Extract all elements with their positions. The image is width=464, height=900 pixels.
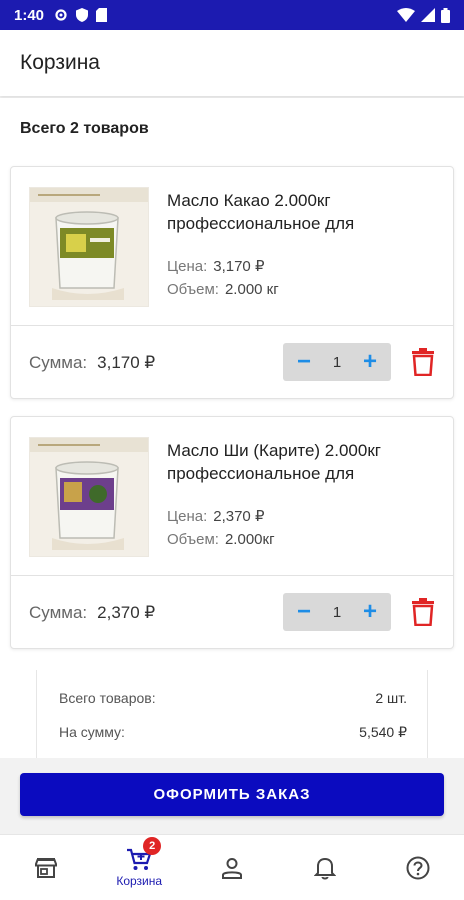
store-icon — [35, 857, 58, 878]
wifi-icon — [397, 8, 415, 22]
nav-item-cart[interactable]: 2 Корзина — [93, 835, 186, 900]
decrease-quantity-button[interactable]: − — [291, 598, 317, 625]
status-time: 1:40 — [14, 6, 45, 24]
summary-items-row: Всего товаров: 2 шт. — [59, 690, 407, 706]
product-price-line: Цена: 3,170 ₽ — [167, 257, 264, 275]
card-divider — [11, 575, 453, 576]
quantity-value: 1 — [332, 603, 342, 621]
price-label: Цена: — [167, 508, 208, 525]
sum-value: 3,170 ₽ — [97, 353, 156, 372]
price-value: 2,370 ₽ — [213, 508, 265, 525]
product-image[interactable] — [29, 187, 149, 307]
cart-content[interactable]: Всего 2 товаров Масло Какао 2.000кг проф… — [0, 98, 464, 758]
summary-sum-row: На сумму: 5,540 ₽ — [59, 724, 407, 741]
product-name[interactable]: Масло Ши (Карите) 2.000кг профессиональн… — [167, 439, 437, 485]
volume-label: Объем: — [167, 281, 219, 298]
increase-quantity-button[interactable]: + — [357, 348, 383, 375]
item-sum: Сумма: 3,170 ₽ — [29, 353, 155, 373]
sd-card-icon — [96, 8, 108, 22]
price-label: Цена: — [167, 258, 208, 275]
sum-value: 2,370 ₽ — [97, 603, 156, 622]
product-price-line: Цена: 2,370 ₽ — [167, 507, 264, 525]
help-icon — [406, 856, 430, 879]
product-volume-line: Объем: 2.000кг — [167, 531, 275, 548]
summary-items-value: 2 шт. — [375, 690, 407, 706]
quantity-stepper: − 1 + — [283, 343, 391, 381]
nav-label-cart: Корзина — [116, 873, 163, 888]
volume-value: 2.000кг — [224, 531, 275, 548]
signal-icon — [421, 8, 435, 22]
product-name[interactable]: Масло Какао 2.000кг профессиональное для — [167, 189, 437, 235]
person-icon — [221, 857, 242, 879]
summary-items-label: Всего товаров: — [59, 690, 156, 706]
battery-icon — [441, 7, 450, 23]
item-sum: Сумма: 2,370 ₽ — [29, 603, 155, 623]
sum-label: Сумма: — [29, 603, 88, 622]
shield-icon — [76, 8, 89, 22]
summary-sum-value: 5,540 ₽ — [359, 724, 407, 740]
quantity-value: 1 — [332, 353, 342, 371]
order-summary: Всего товаров: 2 шт. На сумму: 5,540 ₽ — [36, 670, 428, 758]
decrease-quantity-button[interactable]: − — [291, 348, 317, 375]
delete-trash-icon[interactable] — [411, 598, 435, 626]
cart-total-count: Всего 2 товаров — [20, 120, 149, 137]
bell-icon — [313, 857, 336, 879]
summary-sum-label: На сумму: — [59, 724, 125, 740]
delete-trash-icon[interactable] — [411, 348, 435, 376]
app-bar: Корзина — [0, 30, 464, 96]
sum-label: Сумма: — [29, 353, 88, 372]
checkout-button[interactable]: ОФОРМИТЬ ЗАКАЗ — [20, 773, 444, 816]
cart-item-card: Масло Ши (Карите) 2.000кг профессиональн… — [10, 416, 454, 649]
nav-item-store[interactable] — [0, 835, 93, 900]
status-bar: 1:40 — [0, 0, 464, 30]
nav-item-help[interactable] — [371, 835, 464, 900]
nav-item-profile[interactable] — [186, 835, 279, 900]
product-image[interactable] — [29, 437, 149, 557]
cart-badge: 2 — [143, 837, 162, 855]
page-title: Корзина — [20, 51, 100, 74]
quantity-stepper: − 1 + — [283, 593, 391, 631]
card-divider — [11, 325, 453, 326]
price-value: 3,170 ₽ — [213, 258, 265, 275]
increase-quantity-button[interactable]: + — [357, 598, 383, 625]
bottom-navigation: 2 Корзина — [0, 834, 464, 900]
product-volume-line: Объем: 2.000 кг — [167, 281, 279, 298]
settings-gear-icon — [55, 9, 67, 21]
volume-label: Объем: — [167, 531, 219, 548]
volume-value: 2.000 кг — [224, 281, 279, 298]
cart-item-card: Масло Какао 2.000кг профессиональное для… — [10, 166, 454, 399]
nav-item-notifications[interactable] — [278, 835, 371, 900]
